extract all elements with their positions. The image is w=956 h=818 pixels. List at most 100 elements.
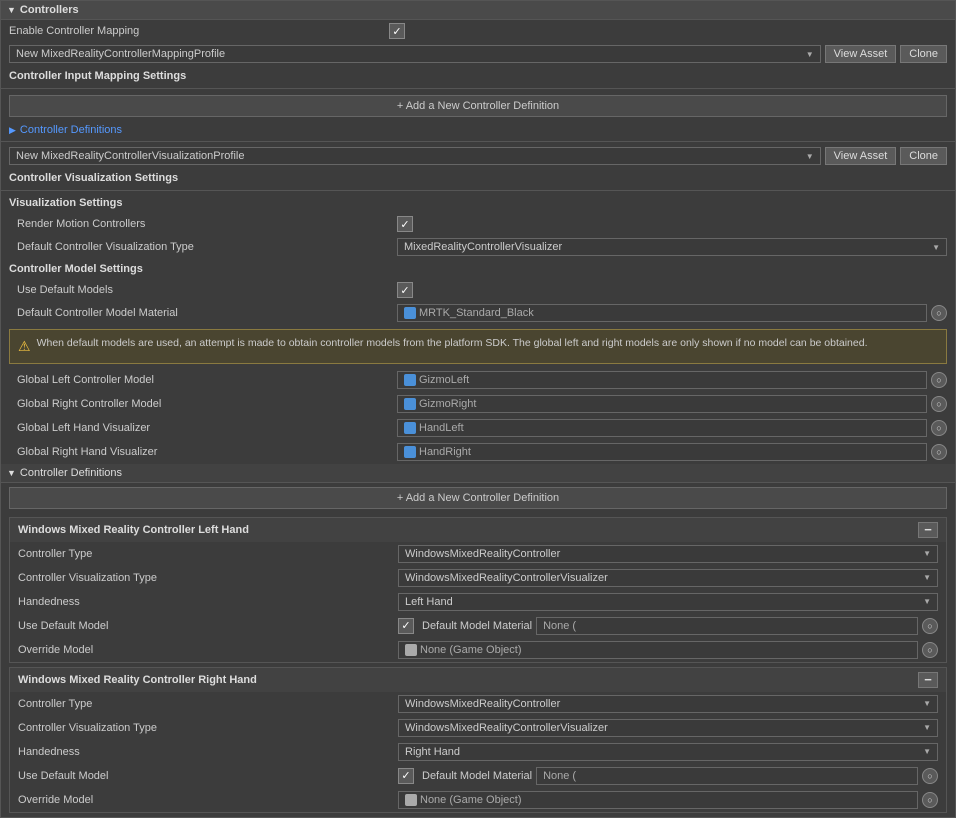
viz-clone-btn[interactable]: Clone xyxy=(900,147,947,165)
divider-1 xyxy=(1,88,955,89)
global-right-hand-text: HandRight xyxy=(419,446,471,458)
render-motion-checkbox[interactable] xyxy=(397,216,413,232)
viz-section-title: Controller Visualization Settings xyxy=(1,168,955,188)
left-handedness-text: Left Hand xyxy=(405,596,453,608)
add-definition-btn[interactable]: + Add a New Controller Definition xyxy=(9,95,947,117)
right-use-default-checkbox[interactable] xyxy=(398,768,414,784)
global-left-hand-text: HandLeft xyxy=(419,422,464,434)
right-controller-type-row: Controller Type WindowsMixedRealityContr… xyxy=(10,692,946,716)
controller-block-right-header: Windows Mixed Reality Controller Right H… xyxy=(10,668,946,692)
global-right-hand-value: HandRight ○ xyxy=(397,443,947,461)
right-viz-type-label: Controller Visualization Type xyxy=(18,722,398,734)
global-right-model-label: Global Right Controller Model xyxy=(17,398,397,410)
global-left-hand-label: Global Left Hand Visualizer xyxy=(17,422,397,434)
right-use-default-value: Default Model Material None ( ○ xyxy=(398,767,938,785)
controller-defs-expanded-arrow: ▼ xyxy=(7,468,16,478)
right-override-circle-btn[interactable]: ○ xyxy=(922,792,938,808)
global-left-hand-circle-btn[interactable]: ○ xyxy=(931,420,947,436)
left-controller-type-dropdown[interactable]: WindowsMixedRealityController ▼ xyxy=(398,545,938,563)
controllers-header[interactable]: ▼ Controllers xyxy=(1,1,955,20)
viz-profile-dropdown[interactable]: New MixedRealityControllerVisualizationP… xyxy=(9,147,821,165)
controller-definitions-collapsed[interactable]: ▶ Controller Definitions xyxy=(1,121,955,139)
global-left-hand-field[interactable]: HandLeft xyxy=(397,419,927,437)
left-override-model-label: Override Model xyxy=(18,644,398,656)
mapping-clone-btn[interactable]: Clone xyxy=(900,45,947,63)
left-controller-type-value: WindowsMixedRealityController ▼ xyxy=(398,545,938,563)
right-default-material-label: Default Model Material xyxy=(422,770,532,782)
global-right-model-value: GizmoRight ○ xyxy=(397,395,947,413)
viz-dropdown-arrow: ▼ xyxy=(806,152,814,161)
right-override-model-field[interactable]: None (Game Object) xyxy=(398,791,918,809)
global-right-model-field[interactable]: GizmoRight xyxy=(397,395,927,413)
left-handedness-dropdown[interactable]: Left Hand ▼ xyxy=(398,593,938,611)
mapping-view-asset-btn[interactable]: View Asset xyxy=(825,45,897,63)
right-handedness-text: Right Hand xyxy=(405,746,460,758)
right-viz-type-dropdown[interactable]: WindowsMixedRealityControllerVisualizer … xyxy=(398,719,938,737)
use-default-models-checkbox[interactable] xyxy=(397,282,413,298)
divider-3 xyxy=(1,190,955,191)
left-viz-type-dropdown[interactable]: WindowsMixedRealityControllerVisualizer … xyxy=(398,569,938,587)
global-right-model-text: GizmoRight xyxy=(419,398,476,410)
mapping-profile-dropdown[interactable]: New MixedRealityControllerMappingProfile… xyxy=(9,45,821,63)
viz-type-dropdown-arrow: ▼ xyxy=(932,243,940,252)
use-default-models-value xyxy=(397,282,947,298)
left-default-material-field[interactable]: None ( xyxy=(536,617,918,635)
mapping-dropdown-arrow: ▼ xyxy=(806,50,814,59)
right-default-material-circle-btn[interactable]: ○ xyxy=(922,768,938,784)
right-controller-type-dropdown[interactable]: WindowsMixedRealityController ▼ xyxy=(398,695,938,713)
left-override-model-value: None (Game Object) ○ xyxy=(398,641,938,659)
left-handedness-value: Left Hand ▼ xyxy=(398,593,938,611)
left-override-model-field[interactable]: None (Game Object) xyxy=(398,641,918,659)
warning-icon: ⚠ xyxy=(18,337,31,357)
left-handedness-label: Handedness xyxy=(18,596,398,608)
default-viz-type-value: MixedRealityControllerVisualizer ▼ xyxy=(397,238,947,256)
controller-defs-expanded-header[interactable]: ▼ Controller Definitions xyxy=(1,464,955,483)
default-material-text: MRTK_Standard_Black xyxy=(419,307,534,319)
right-handedness-row: Handedness Right Hand ▼ xyxy=(10,740,946,764)
global-left-hand-row: Global Left Hand Visualizer HandLeft ○ xyxy=(1,416,955,440)
divider-2 xyxy=(1,141,955,142)
add-definition-container-2: + Add a New Controller Definition xyxy=(1,483,955,513)
render-motion-label: Render Motion Controllers xyxy=(17,218,397,230)
default-material-circle-btn[interactable]: ○ xyxy=(931,305,947,321)
viz-profile-row: New MixedRealityControllerVisualizationP… xyxy=(1,144,955,168)
global-right-circle-btn[interactable]: ○ xyxy=(931,396,947,412)
default-viz-type-label: Default Controller Visualization Type xyxy=(17,241,397,253)
enable-mapping-checkbox[interactable] xyxy=(389,23,405,39)
left-use-default-checkbox[interactable] xyxy=(398,618,414,634)
enable-mapping-value xyxy=(389,23,947,39)
default-viz-type-dropdown[interactable]: MixedRealityControllerVisualizer ▼ xyxy=(397,238,947,256)
render-motion-row: Render Motion Controllers xyxy=(1,213,955,235)
right-default-material-field[interactable]: None ( xyxy=(536,767,918,785)
mapping-profile-row: New MixedRealityControllerMappingProfile… xyxy=(1,42,955,66)
viz-view-asset-btn[interactable]: View Asset xyxy=(825,147,897,165)
default-material-field[interactable]: MRTK_Standard_Black xyxy=(397,304,927,322)
left-viz-type-row: Controller Visualization Type WindowsMix… xyxy=(10,566,946,590)
right-controller-type-value: WindowsMixedRealityController ▼ xyxy=(398,695,938,713)
global-left-model-row: Global Left Controller Model GizmoLeft ○ xyxy=(1,368,955,392)
hand-right-icon xyxy=(404,446,416,458)
global-right-hand-row: Global Right Hand Visualizer HandRight ○ xyxy=(1,440,955,464)
global-right-hand-field[interactable]: HandRight xyxy=(397,443,927,461)
global-left-model-field[interactable]: GizmoLeft xyxy=(397,371,927,389)
right-handedness-dropdown[interactable]: Right Hand ▼ xyxy=(398,743,938,761)
global-left-model-label: Global Left Controller Model xyxy=(17,374,397,386)
left-override-icon xyxy=(405,644,417,656)
left-handedness-arrow: ▼ xyxy=(923,597,931,606)
global-left-model-value: GizmoLeft ○ xyxy=(397,371,947,389)
left-controller-type-row: Controller Type WindowsMixedRealityContr… xyxy=(10,542,946,566)
global-left-circle-btn[interactable]: ○ xyxy=(931,372,947,388)
global-right-hand-circle-btn[interactable]: ○ xyxy=(931,444,947,460)
left-use-default-label: Use Default Model xyxy=(18,620,398,632)
controller-block-left-remove-btn[interactable]: − xyxy=(918,522,938,538)
right-controller-type-text: WindowsMixedRealityController xyxy=(405,698,560,710)
right-type-arrow: ▼ xyxy=(923,699,931,708)
left-override-circle-btn[interactable]: ○ xyxy=(922,642,938,658)
controller-block-left-header: Windows Mixed Reality Controller Left Ha… xyxy=(10,518,946,542)
controller-block-right-title: Windows Mixed Reality Controller Right H… xyxy=(18,674,257,686)
left-default-material-circle-btn[interactable]: ○ xyxy=(922,618,938,634)
right-override-icon xyxy=(405,794,417,806)
default-material-value: MRTK_Standard_Black ○ xyxy=(397,304,947,322)
add-definition-btn-2[interactable]: + Add a New Controller Definition xyxy=(9,487,947,509)
controller-block-right-remove-btn[interactable]: − xyxy=(918,672,938,688)
